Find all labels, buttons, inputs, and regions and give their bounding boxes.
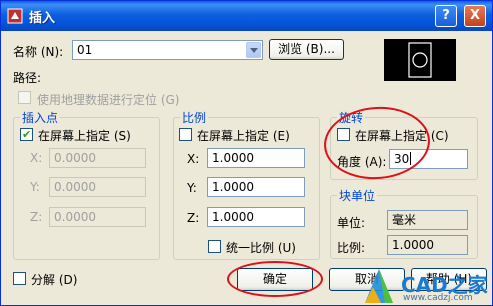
browse-button[interactable]: 浏览 (B)... <box>269 39 344 60</box>
insert-on-screen-label: 在屏幕上指定 (S) <box>38 129 131 143</box>
watermark: CAD之家 www.cadzj.com <box>361 263 493 306</box>
app-icon <box>7 8 23 24</box>
insert-x-label: X: <box>30 151 43 165</box>
scale-x-label: X: <box>187 152 200 166</box>
ok-highlight-ellipse <box>227 261 323 297</box>
scale-on-screen-label: 在屏幕上指定 (E) <box>197 129 290 143</box>
block-preview-graphic <box>408 42 432 78</box>
insert-dialog: 插入 ? X 名称 (N): 01 浏览 (B)... 路径: 使用地理数据进行… <box>0 0 493 306</box>
insert-y-field[interactable]: 0.0000 <box>49 177 146 197</box>
geo-location-checkbox[interactable] <box>18 91 31 104</box>
explode-label: 分解 (D) <box>31 273 78 287</box>
chevron-down-icon[interactable] <box>246 42 261 58</box>
geo-location-label: 使用地理数据进行定位 (G) <box>37 93 180 107</box>
watermark-logo-icon <box>365 269 393 303</box>
name-label: 名称 (N): <box>13 45 64 59</box>
insert-z-label: Z: <box>30 210 43 224</box>
insert-on-screen-checkbox[interactable]: ✔ <box>20 128 33 141</box>
watermark-url: www.cadzj.com <box>403 293 473 303</box>
title-bar[interactable]: 插入 ? X <box>1 1 492 31</box>
factor-value: 1.0000 <box>387 235 468 255</box>
help-title-button[interactable]: ? <box>435 5 457 27</box>
check-icon: ✔ <box>22 128 32 141</box>
uniform-scale-label: 统一比例 (U) <box>226 241 296 255</box>
insert-z-field[interactable]: 0.0000 <box>49 207 146 227</box>
dialog-title: 插入 <box>29 11 56 26</box>
scale-on-screen-checkbox[interactable] <box>179 128 192 141</box>
block-unit-title: 块单位 <box>337 187 378 204</box>
insertion-point-title: 插入点 <box>20 109 61 126</box>
name-combobox[interactable]: 01 <box>72 40 263 60</box>
scale-y-label: Y: <box>187 181 197 195</box>
close-button[interactable]: X <box>464 5 486 27</box>
scale-y-field[interactable]: 1.0000 <box>207 177 305 197</box>
unit-label: 单位: <box>337 216 366 230</box>
block-preview <box>384 39 456 81</box>
scale-title: 比例 <box>180 109 209 126</box>
scale-z-label: Z: <box>187 211 200 225</box>
insert-x-field[interactable]: 0.0000 <box>49 148 146 168</box>
unit-value: 毫米 <box>387 210 468 230</box>
path-label: 路径: <box>13 71 42 85</box>
factor-label: 比例: <box>337 241 366 255</box>
scale-z-field[interactable]: 1.0000 <box>207 207 305 227</box>
uniform-scale-checkbox[interactable] <box>208 240 221 253</box>
scale-x-field[interactable]: 1.0000 <box>207 148 305 168</box>
insert-y-label: Y: <box>30 180 40 194</box>
name-value: 01 <box>77 43 93 57</box>
explode-checkbox[interactable] <box>13 272 26 285</box>
